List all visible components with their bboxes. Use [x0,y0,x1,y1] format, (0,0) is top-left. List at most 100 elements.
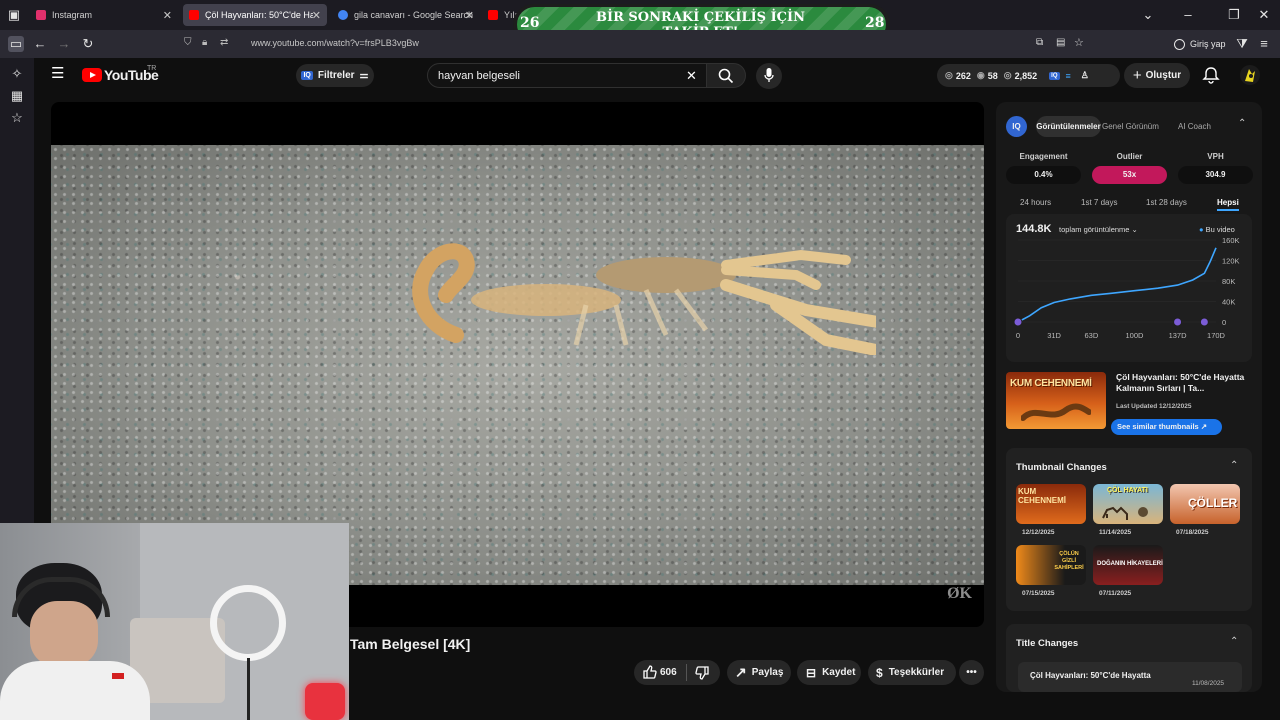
close-icon[interactable]: ✕ [163,9,172,22]
thumb-date: 07/11/2025 [1099,590,1132,597]
title-change-date: 11/08/2025 [1192,680,1225,687]
sliders-icon: ⚌ [359,70,369,81]
dislike-button[interactable] [694,665,710,684]
youtube-icon [189,10,199,20]
search-button[interactable] [706,63,746,88]
collapse-chevron-icon[interactable]: ⌃ [1238,118,1246,129]
thumbnail-changes-heading: Thumbnail Changes [1016,462,1107,473]
history-icon[interactable]: ▦ [9,88,25,104]
tab-instagram[interactable]: Instagram ✕ [30,4,178,26]
tab-overview[interactable]: Genel Görünüm [1102,122,1159,131]
thumbnail-change-1[interactable]: KUM CEHENNEMİ [1016,484,1086,524]
video-title: Tam Belgesel [4K] [350,636,471,652]
voice-search-button[interactable] [756,63,782,89]
bookmarks-icon[interactable]: ☆ [9,110,25,126]
range-all[interactable]: Hepsi [1217,198,1239,211]
menu-icon[interactable]: ≡ [1256,36,1272,52]
chart-event-marker [1173,317,1183,327]
close-icon[interactable]: ✕ [312,9,321,22]
tab-google-search[interactable]: gila canavarı - Google Search ✕ [332,4,480,26]
forward-icon[interactable]: → [56,36,72,52]
collapse-chevron-icon[interactable]: ⌃ [1230,460,1238,471]
tab-youtube-video[interactable]: Çöl Hayvanları: 50°C'de Hayatta ✕ [183,4,327,26]
close-icon[interactable]: ✕ [465,9,474,22]
tab-views[interactable]: Görüntülenmeler [1036,116,1101,137]
reload-icon[interactable]: ↻ [80,36,96,52]
more-actions-button[interactable]: ••• [959,660,984,685]
super-thanks-icon: $ [876,665,883,680]
tab-ai-coach[interactable]: AI Coach [1178,122,1211,131]
stats-widget[interactable]: ◎ 262 ◉ 58 ◎ 2,852 IQ ≡ ♙ [937,64,1120,87]
sidebar-toggle-icon[interactable]: ▭ [8,36,24,52]
tab-overview-icon[interactable]: ▣ [6,7,22,23]
range-7d[interactable]: 1st 7 days [1081,198,1117,207]
chart-legend: ● Bu video [1199,225,1235,234]
chart-y-tick-label: 80K [1222,277,1235,286]
save-label: Kaydet [822,667,856,678]
bookmark-star-icon[interactable]: ☆ [1074,36,1084,49]
eye-icon: ◉ [976,70,985,80]
thumbnail-change-3[interactable]: ÇÖLLER [1170,484,1240,524]
back-icon[interactable]: ← [32,36,48,52]
see-similar-thumbnails-button[interactable]: See similar thumbnails ↗ [1111,419,1222,435]
thumbs-down-icon [695,666,709,680]
thumb-text: ÇÖL HAYATI [1107,487,1148,494]
tab-list-chevron-icon[interactable]: ⌄ [1140,7,1156,23]
list-icon: ≡ [1065,70,1071,81]
extensions-icon[interactable]: ⧩ [1234,36,1250,52]
like-dislike-group: 606 [634,660,720,685]
permissions-icon[interactable]: ⇄ [220,37,228,48]
current-thumbnail[interactable]: KUM CEHENNEMİ [1006,372,1106,429]
range-24h[interactable]: 24 hours [1020,198,1051,207]
sign-in-button[interactable]: Giriş yap [1174,37,1226,51]
reader-view-icon[interactable]: ▤ [1056,37,1065,48]
visibility-icon: ◎ [1003,70,1012,80]
banner-left-number: 26 [520,15,540,31]
create-button[interactable]: + Oluştur [1124,63,1190,88]
youtube-logo-icon[interactable] [82,68,102,82]
youtube-icon [488,10,498,20]
vph-value: 304.9 [1178,166,1253,184]
hamburger-menu-icon[interactable]: ☰ [51,66,65,81]
thanks-button[interactable]: $ Teşekkürler [868,660,956,685]
minimize-icon[interactable]: – [1180,7,1196,23]
light-stand [247,658,250,720]
views-line-chart: 160K 120K 80K 40K 0 0 31D 63D 100D 137D 170D [1013,236,1240,340]
lock-icon[interactable]: 🔒︎ [202,37,207,48]
iq-icon: IQ [301,71,313,80]
thumb-date: 11/14/2025 [1099,529,1132,536]
notifications-icon[interactable] [1202,66,1220,84]
ai-chat-icon[interactable]: ✧ [9,66,25,82]
filters-button[interactable]: IQ Filtreler ⚌ [296,64,374,87]
range-28d[interactable]: 1st 28 days [1146,198,1187,207]
chart-event-marker [1199,317,1209,327]
thumbnail-changes-card: Thumbnail Changes ⌃ KUM CEHENNEMİ 12/12/… [1006,448,1252,611]
chart-x-tick-label: 137D [1169,331,1188,340]
shield-icon[interactable]: ⛉ [184,37,192,48]
tab-title: Instagram [52,10,93,20]
thumbnail-change-4[interactable]: ÇÖLÜN GİZLİ SAHİPLERİ [1016,545,1086,585]
window-close-icon[interactable]: ✕ [1256,7,1272,23]
tab-title: gila canavarı - Google Search [354,10,474,20]
chart-x-tick-label: 0 [1016,331,1020,340]
share-button[interactable]: ↗ Paylaş [727,660,791,685]
avatar[interactable] [1240,65,1260,85]
share-label: Paylaş [751,667,784,678]
search-input[interactable]: hayvan belgeseli ✕ [427,63,707,88]
thumbnail-change-5[interactable]: DOĞANIN HİKAYELERİ [1093,545,1163,585]
collapse-chevron-icon[interactable]: ⌃ [1230,636,1238,647]
thumbnail-change-2[interactable]: ÇÖL HAYATI [1093,484,1163,524]
like-button[interactable] [642,664,658,683]
external-link-icon: ↗ [1200,422,1208,431]
tab-partial[interactable]: Yıla [482,4,520,26]
thumb-text: KUM CEHENNEMİ [1018,487,1067,505]
metric-label: VPH [1207,152,1224,161]
clear-search-icon[interactable]: ✕ [686,68,697,84]
views-dropdown[interactable]: toplam görüntülenme ⌄ [1059,225,1138,234]
thumbnail-text: KUM CEHENNEMİ [1010,378,1092,389]
search-query: hayvan belgeseli [438,70,520,82]
save-button[interactable]: ⊟ Kaydet [797,660,861,685]
restore-icon[interactable]: ❐ [1226,7,1242,23]
picture-in-picture-icon[interactable]: ⧉ [1036,37,1043,48]
url-bar[interactable]: ⛉ 🔒︎ ⇄ www.youtube.com/watch?v=frsPLB3vg… [176,33,1096,55]
